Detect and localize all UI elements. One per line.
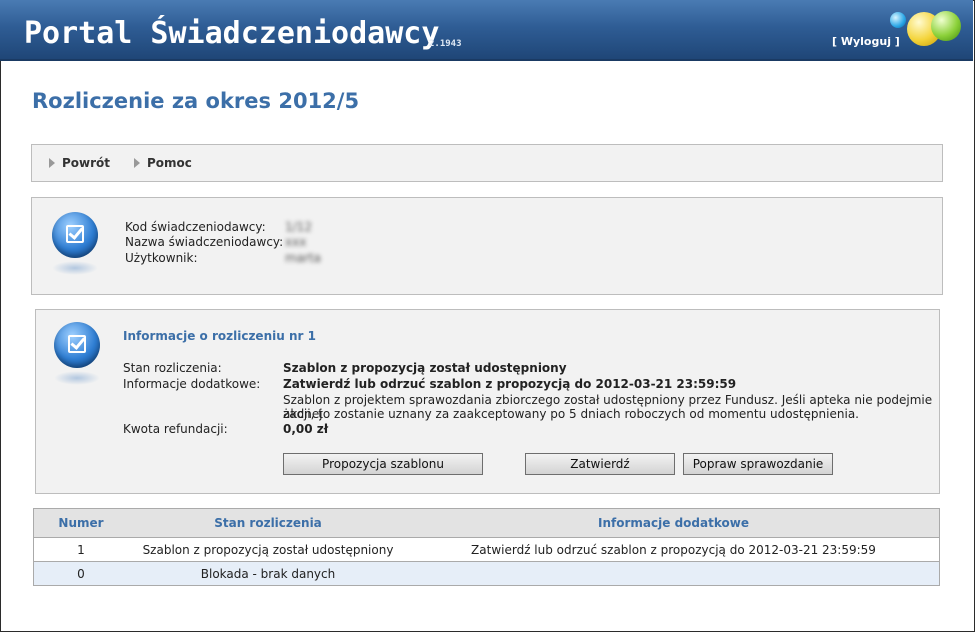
app-header: Portal Świadczeniodawcy 2.1943 [ Wyloguj… [0,0,973,61]
triangle-right-icon [49,158,55,168]
colored-balls-logo-icon [885,8,965,54]
back-link-label: Powrót [62,156,111,170]
column-header-status: Stan rozliczenia [128,508,408,538]
amount-label: Kwota refundacji: [123,422,228,436]
triangle-right-icon [134,158,140,168]
page-title: Rozliczenie za okres 2012/5 [32,89,360,113]
template-proposal-button[interactable]: Propozycja szablonu [283,453,483,475]
row-info: Zatwierdź lub odrzuć szablon z propozycj… [408,537,940,562]
provider-name-label: Nazwa świadczeniodawcy: [125,235,284,249]
icon-reflection [54,371,100,385]
extra-info-label: Informacje dodatkowe: [123,377,261,391]
provider-code-label: Kod świadczeniodawcy: [125,220,266,234]
table-row[interactable]: 0 Blokada - brak danych [33,561,940,586]
row-status: Szablon z propozycją został udostępniony [128,537,408,562]
provider-code-value: 1/12 [285,220,312,234]
settlement-title: Informacje o rozliczeniu nr 1 [123,329,316,343]
help-link-label: Pomoc [147,156,192,170]
back-link[interactable]: Powrót [49,156,110,170]
checkbox-ball-icon [54,322,100,368]
row-status: Blokada - brak danych [128,561,408,586]
user-label: Użytkownik: [125,251,198,265]
nav-bar: Powrót Pomoc [31,144,943,182]
settlement-panel: Informacje o rozliczeniu nr 1 Stan rozli… [35,309,940,494]
amount-value: 0,00 zł [283,422,329,436]
checkbox-ball-icon [52,212,98,258]
table-header-row: Numer Stan rozliczenia Informacje dodatk… [33,508,940,538]
table-row[interactable]: 1 Szablon z propozycją został udostępnio… [33,537,940,562]
help-link[interactable]: Pomoc [134,156,192,170]
extra-info-value: Zatwierdź lub odrzuć szablon z propozycj… [283,377,737,391]
fix-report-button[interactable]: Popraw sprawozdanie [683,453,833,475]
row-number: 0 [33,561,128,586]
approve-button[interactable]: Zatwierdź [525,453,675,475]
row-number: 1 [33,537,128,562]
status-label: Stan rozliczenia: [123,361,222,375]
extra-info-desc-line2: akcji, to zostanie uznany za zaakceptowa… [283,407,859,421]
status-value: Szablon z propozycją został udostępniony [283,361,567,375]
provider-panel: Kod świadczeniodawcy: 1/12 Nazwa świadcz… [31,197,943,295]
app-title: Portal Świadczeniodawcy [24,16,440,51]
settlement-history-table: Numer Stan rozliczenia Informacje dodatk… [33,508,940,586]
column-header-number: Numer [33,508,128,538]
row-info [408,561,940,586]
app-version: 2.1943 [429,39,462,49]
provider-name-value: xxx [285,235,307,249]
icon-reflection [52,261,98,275]
column-header-info: Informacje dodatkowe [408,508,940,538]
user-value: marta [285,251,322,265]
